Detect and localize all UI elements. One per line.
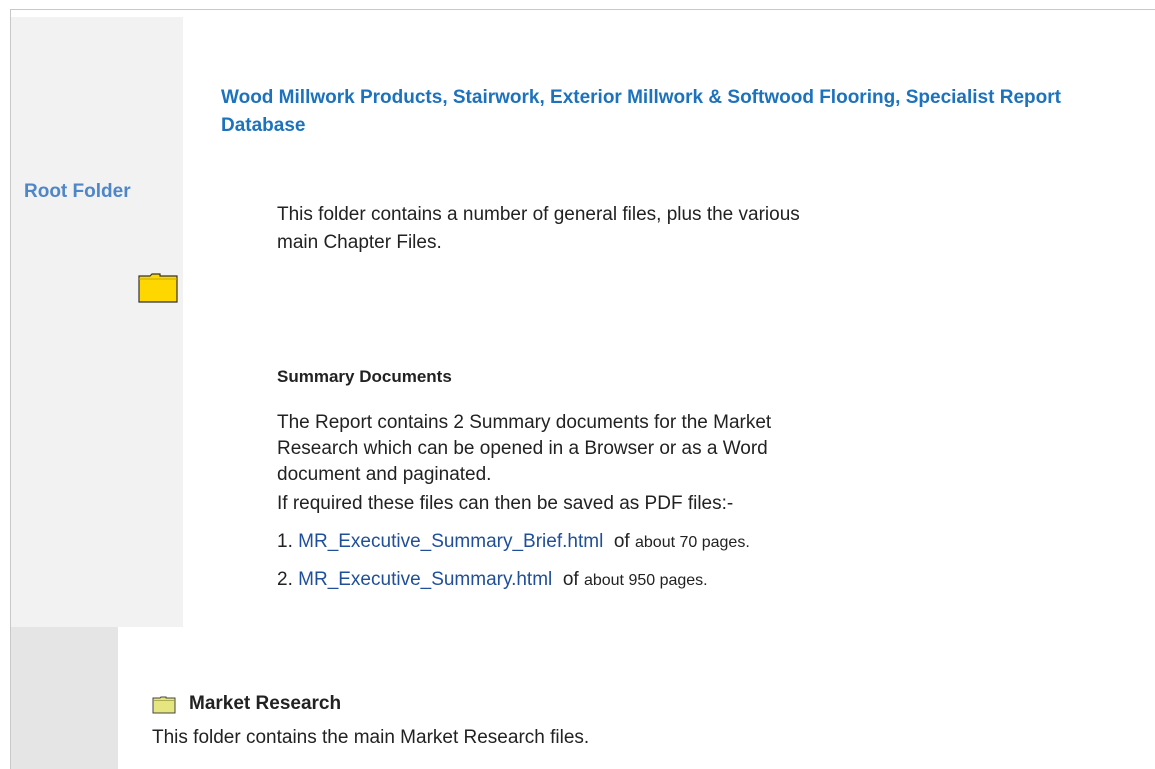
- document-pages: about 70 pages.: [635, 534, 750, 551]
- left-panel: [11, 17, 183, 627]
- document-pages: about 950 pages.: [583, 572, 708, 589]
- left-panel-lower: [11, 627, 118, 769]
- folder-icon[interactable]: [138, 273, 178, 303]
- root-folder-label: Root Folder: [24, 181, 131, 202]
- document-number: 2.: [277, 569, 293, 590]
- market-research-folder-title[interactable]: Market Research: [189, 693, 341, 715]
- document-item: 2. MR_Executive_Summary.html of about 95…: [277, 567, 750, 605]
- market-research-folder-description: This folder contains the main Market Res…: [152, 727, 590, 748]
- document-item: 1. MR_Executive_Summary_Brief.html of ab…: [277, 529, 750, 567]
- intro-text: This folder contains a number of general…: [277, 204, 800, 253]
- pdf-note: If required these files can then be save…: [277, 493, 734, 514]
- page-title: Wood Millwork Products, Stairwork, Exter…: [221, 87, 1061, 136]
- document-of: of: [562, 569, 579, 590]
- summary-description: The Report contains 2 Summary documents …: [277, 412, 772, 485]
- executive-summary-brief-link[interactable]: MR_Executive_Summary_Brief.html: [298, 531, 603, 552]
- document-of: of: [613, 531, 630, 552]
- summary-heading: Summary Documents: [277, 367, 452, 386]
- document-number: 1.: [277, 531, 293, 552]
- document-list: 1. MR_Executive_Summary_Brief.html of ab…: [277, 529, 750, 605]
- executive-summary-link[interactable]: MR_Executive_Summary.html: [298, 569, 552, 590]
- folder-icon[interactable]: [152, 696, 176, 714]
